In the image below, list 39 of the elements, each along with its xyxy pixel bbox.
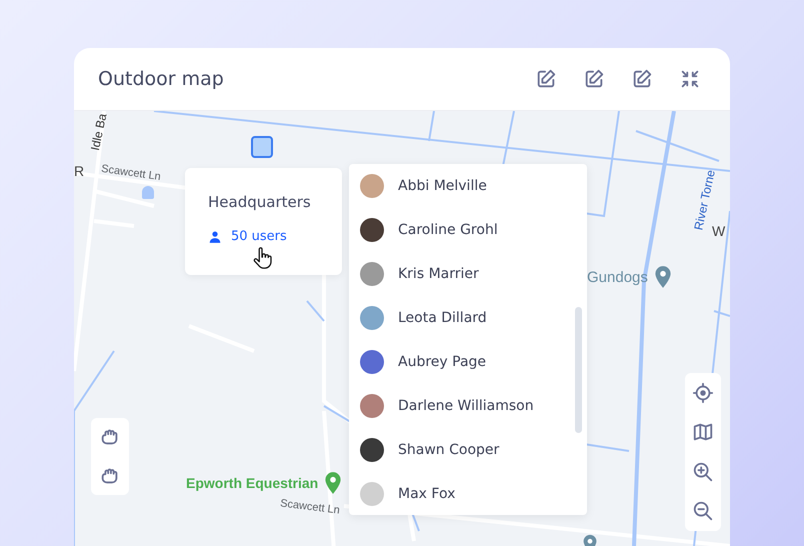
avatar xyxy=(360,438,384,462)
users-link[interactable]: 50 users xyxy=(231,229,287,244)
avatar xyxy=(360,306,384,330)
locate-icon[interactable] xyxy=(692,382,714,404)
map-icon[interactable] xyxy=(692,421,714,444)
edit-icon[interactable] xyxy=(631,68,653,90)
avatar xyxy=(360,262,384,286)
avatar xyxy=(360,482,384,506)
road-label: Scawcett Ln xyxy=(100,162,162,184)
place-label: Epworth Equestrian xyxy=(186,475,318,491)
edit-icon[interactable] xyxy=(535,68,557,90)
location-marker[interactable] xyxy=(251,136,273,158)
user-item[interactable]: Max Fox xyxy=(360,472,587,516)
avatar xyxy=(360,350,384,374)
user-item[interactable]: Leota Dillard xyxy=(360,296,587,340)
scrollbar[interactable] xyxy=(575,307,582,433)
avatar xyxy=(360,394,384,418)
user-item[interactable]: Caroline Grohl xyxy=(360,208,587,252)
user-item[interactable]: Darlene Williamson xyxy=(360,384,587,428)
window-title: Outdoor map xyxy=(98,68,224,90)
user-item[interactable]: Aubrey Page xyxy=(360,340,587,384)
user-item[interactable]: Abbi Melville xyxy=(360,164,587,208)
road-label: R xyxy=(74,163,84,179)
popup-title: Headquarters xyxy=(208,193,312,211)
zoom-in-icon[interactable] xyxy=(692,460,714,483)
place-label: Gundogs xyxy=(587,268,648,286)
pond-shape xyxy=(142,186,154,199)
collapse-icon[interactable] xyxy=(679,68,701,90)
road-label: Idle Ba xyxy=(88,112,110,152)
person-icon xyxy=(208,230,222,244)
road-label: W xyxy=(712,223,726,239)
zoom-out-icon[interactable] xyxy=(692,500,714,522)
avatar xyxy=(360,174,384,198)
user-item[interactable]: Shawn Cooper xyxy=(360,428,587,472)
hand-pointer-icon xyxy=(251,246,273,270)
edit-icon[interactable] xyxy=(583,68,605,90)
road-label: Scawcett Ln xyxy=(280,497,340,517)
user-item[interactable]: Kris Marrier xyxy=(360,252,587,296)
avatar xyxy=(360,218,384,242)
